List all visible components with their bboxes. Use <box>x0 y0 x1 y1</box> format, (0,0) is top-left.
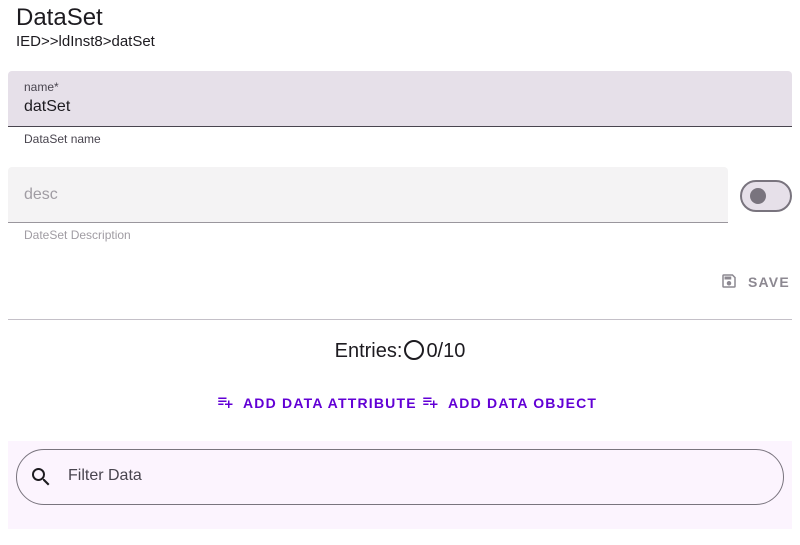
page-title: DataSet <box>16 4 103 31</box>
add-data-object-label: ADD DATA OBJECT <box>448 395 598 411</box>
name-field[interactable]: name* datSet <box>8 71 792 127</box>
playlist-add-icon <box>421 393 439 414</box>
playlist-add-icon <box>216 393 234 414</box>
entries-count: 0/10 <box>426 340 466 362</box>
desc-field[interactable]: desc <box>8 167 728 223</box>
name-helper-text: DataSet name <box>24 132 101 146</box>
filter-placeholder: Filter Data <box>68 467 142 484</box>
section-divider <box>8 319 792 320</box>
save-button[interactable]: SAVE <box>720 271 790 293</box>
desc-field-placeholder: desc <box>24 186 58 203</box>
add-data-attribute-button[interactable]: ADD DATA ATTRIBUTE <box>216 392 417 414</box>
filter-search-input[interactable]: Filter Data <box>16 449 784 505</box>
toggle-knob <box>750 188 766 204</box>
desc-helper-text: DateSet Description <box>24 228 131 242</box>
search-icon <box>29 465 53 494</box>
save-button-label: SAVE <box>748 274 790 290</box>
progress-circle-icon <box>404 340 425 360</box>
save-icon <box>720 272 738 293</box>
breadcrumb: IED>>ldInst8>datSet <box>16 33 155 50</box>
add-data-object-button[interactable]: ADD DATA OBJECT <box>421 392 597 414</box>
entries-counter: Entries: 0/10 <box>0 340 800 363</box>
name-field-value[interactable]: datSet <box>24 98 70 116</box>
name-field-label: name* <box>24 80 59 94</box>
entries-label: Entries: <box>334 340 403 362</box>
add-data-attribute-label: ADD DATA ATTRIBUTE <box>243 395 417 411</box>
desc-toggle-switch[interactable] <box>740 180 792 212</box>
